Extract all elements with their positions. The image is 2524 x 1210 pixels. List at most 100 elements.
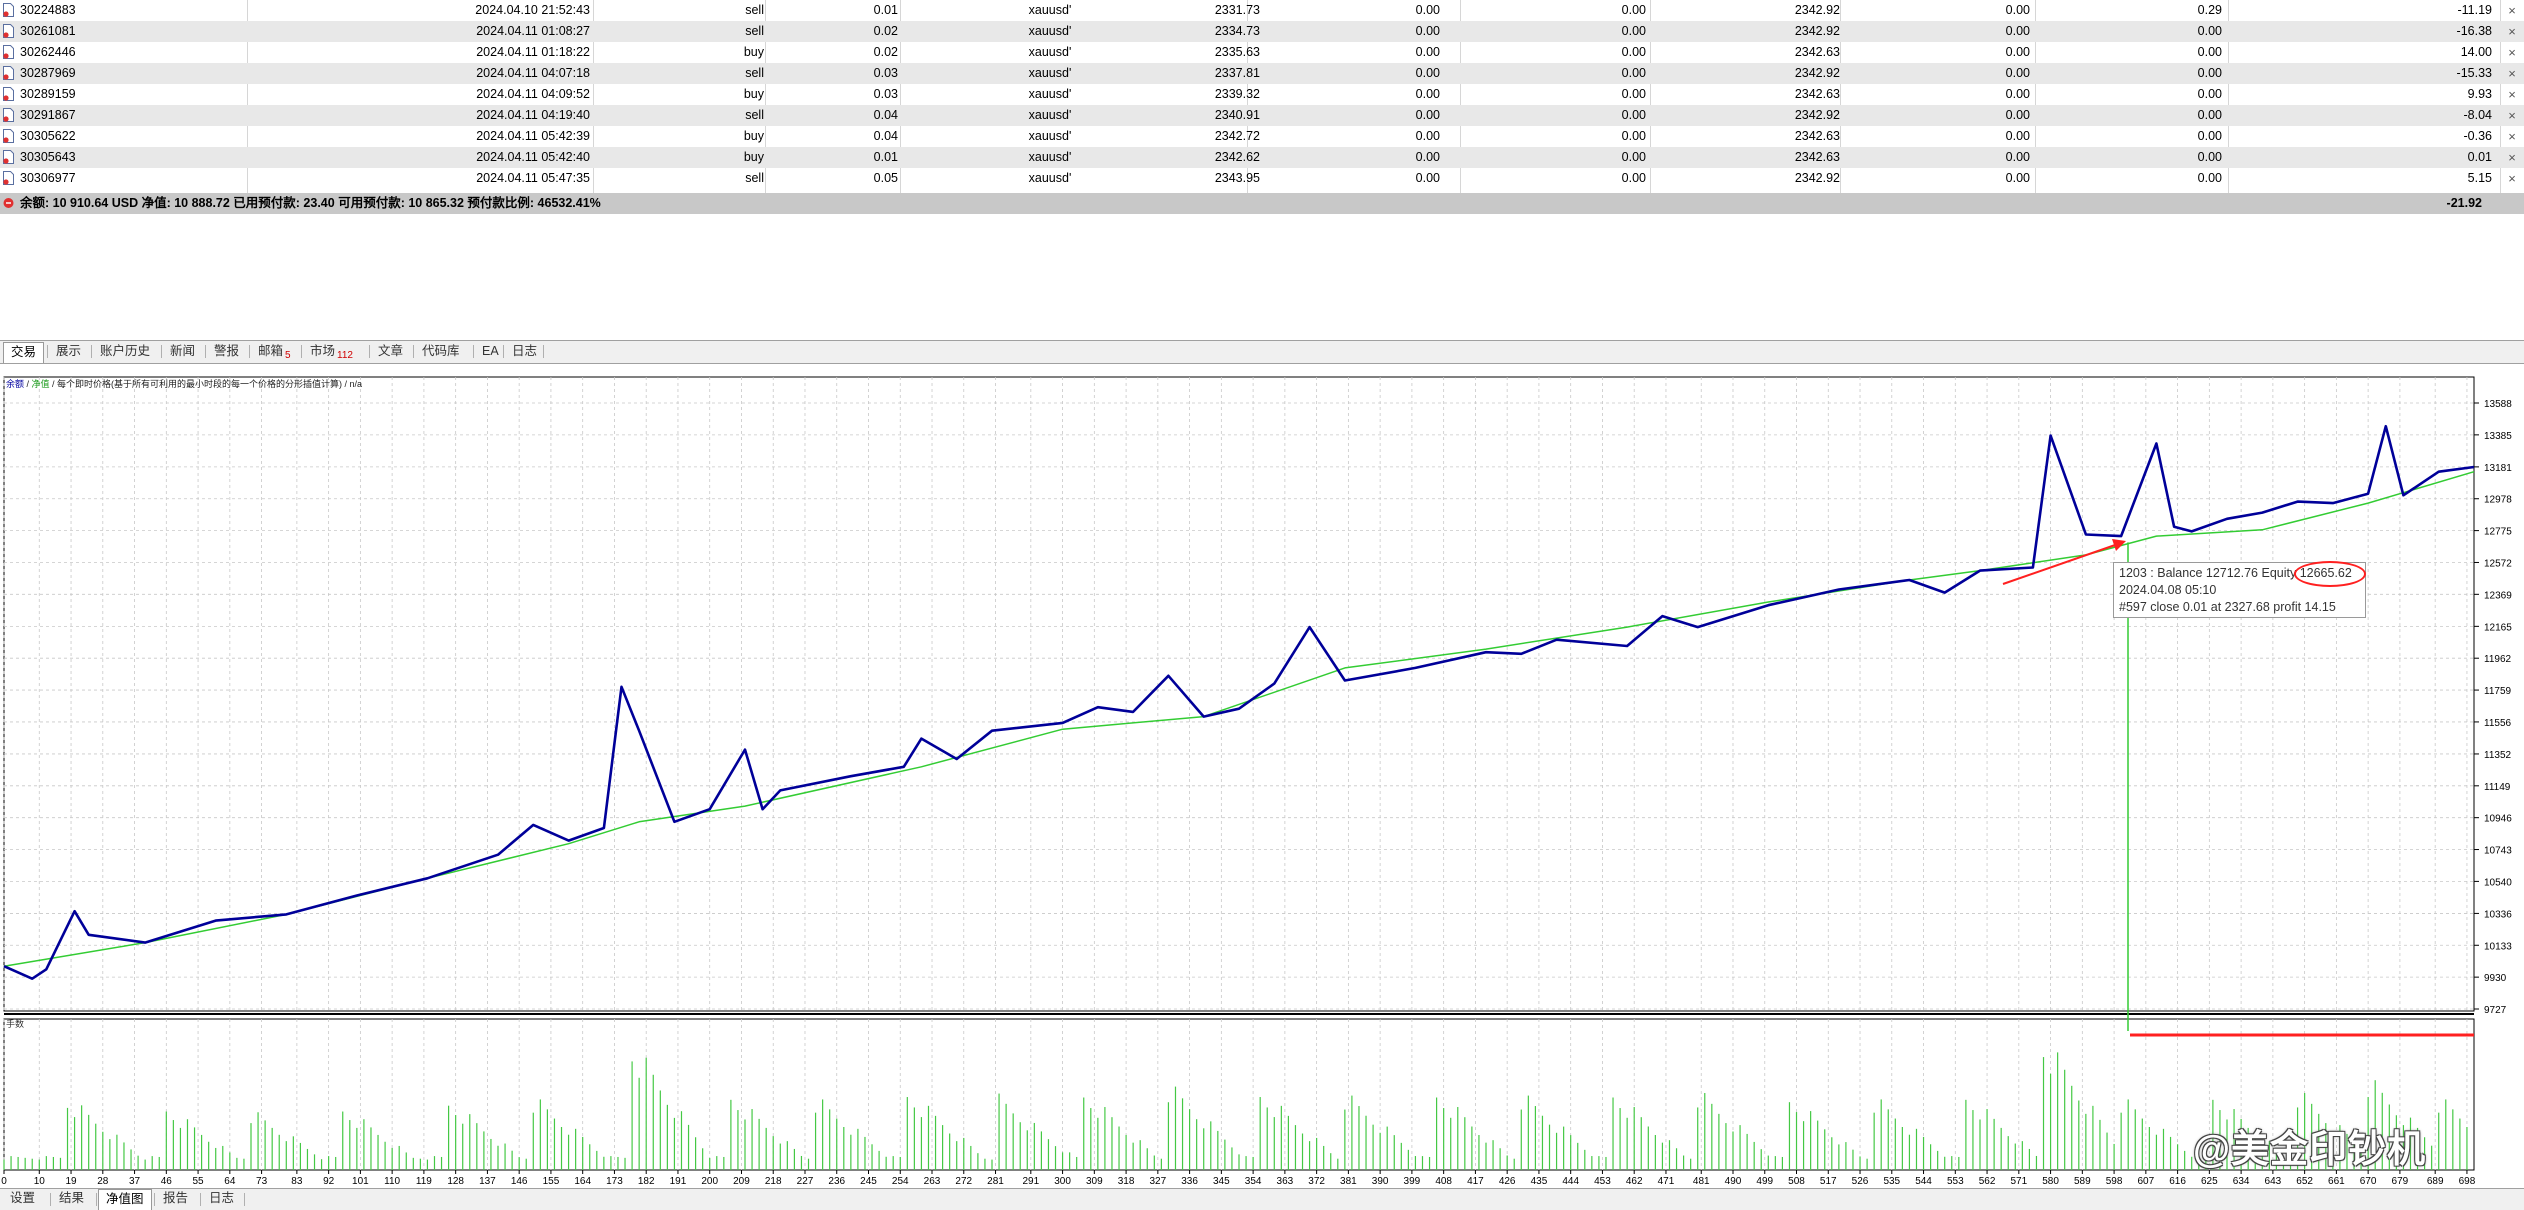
tab-EA[interactable]: EA	[475, 342, 506, 361]
tab-警报[interactable]: 警报	[207, 342, 246, 361]
x-tick-label: 137	[479, 1176, 496, 1187]
tab-市场[interactable]: 市场 112	[303, 342, 360, 361]
cell-current: 2342.63	[1794, 150, 1840, 164]
tooltip-line3: #597 close 0.01 at 2327.68 profit 14.15	[2119, 600, 2336, 614]
cell-time: 2024.04.11 04:19:40	[476, 108, 590, 122]
table-row[interactable]: 30289159 2024.04.11 04:09:52 buy 0.03 xauusd…	[0, 84, 2524, 105]
x-tick-label: 652	[2296, 1176, 2313, 1187]
tab-日志[interactable]: 日志	[202, 1189, 241, 1208]
cell-profit: -16.38	[2456, 24, 2492, 38]
table-row[interactable]: 30287969 2024.04.11 04:07:18 sell 0.03 xauus…	[0, 63, 2524, 84]
tab-日志[interactable]: 日志	[505, 342, 544, 361]
close-position-button[interactable]: ×	[2505, 42, 2519, 63]
close-position-button[interactable]: ×	[2505, 105, 2519, 126]
y-tick-label: 13588	[2484, 399, 2512, 410]
tab-separator	[96, 1193, 97, 1206]
close-position-button[interactable]: ×	[2505, 147, 2519, 168]
x-tick-label: 544	[1915, 1176, 1932, 1187]
tab-展示[interactable]: 展示	[49, 342, 88, 361]
cell-tp: 0.00	[1621, 87, 1646, 101]
order-doc-icon	[3, 3, 14, 17]
tab-邮箱[interactable]: 邮箱 5	[251, 342, 298, 361]
x-tick-label: 426	[1499, 1176, 1516, 1187]
tab-separator	[503, 345, 504, 358]
tab-交易[interactable]: 交易	[3, 342, 45, 363]
y-tick-label: 12369	[2484, 590, 2512, 601]
close-position-button[interactable]: ×	[2505, 168, 2519, 189]
close-position-button[interactable]: ×	[2505, 126, 2519, 147]
tab-账户历史[interactable]: 账户历史	[93, 342, 157, 361]
x-tick-label: 553	[1947, 1176, 1964, 1187]
tab-separator	[473, 345, 474, 358]
x-tick-label: 634	[2233, 1176, 2250, 1187]
table-row[interactable]: 30306977 2024.04.11 05:47:35 sell 0.05 xauus…	[0, 168, 2524, 189]
x-tick-label: 128	[447, 1176, 464, 1187]
x-tick-label: 272	[955, 1176, 972, 1187]
x-tick-label: 643	[2265, 1176, 2282, 1187]
terminal-tabs: 交易 展示 账户历史 新闻 警报 邮箱 5 市场 112 文章 代码库 EA 日志	[0, 340, 2524, 364]
x-tick-label: 435	[1531, 1176, 1548, 1187]
equity-chart[interactable]: 13588 13385 13181 12978 12775 12572 12369 12165…	[0, 371, 2524, 1199]
tab-新闻[interactable]: 新闻	[163, 342, 202, 361]
x-tick-label: 182	[638, 1176, 655, 1187]
cell-tp: 0.00	[1621, 45, 1646, 59]
close-position-button[interactable]: ×	[2505, 21, 2519, 42]
legend-balance: 余额	[6, 379, 25, 389]
tab-separator	[301, 345, 302, 358]
cell-sl: 0.00	[1415, 66, 1440, 80]
order-doc-icon	[3, 150, 14, 164]
tab-separator	[91, 345, 92, 358]
close-position-button[interactable]: ×	[2505, 84, 2519, 105]
table-row[interactable]: 30224883 2024.04.10 21:52:43 sell 0.01 xauus…	[0, 0, 2524, 21]
tab-label: 新闻	[170, 344, 196, 358]
tab-label: 文章	[378, 344, 404, 358]
x-tick-label: 372	[1308, 1176, 1325, 1187]
order-doc-icon	[3, 87, 14, 101]
table-row[interactable]: 30305622 2024.04.11 05:42:39 buy 0.04 xauusd…	[0, 126, 2524, 147]
x-tick-label: 625	[2201, 1176, 2218, 1187]
tab-结果[interactable]: 结果	[52, 1189, 91, 1208]
x-tick-label: 164	[574, 1176, 591, 1187]
table-row[interactable]: 30262446 2024.04.11 01:18:22 buy 0.02 xauusd…	[0, 42, 2524, 63]
cell-profit: -0.36	[2463, 129, 2493, 143]
x-tick-label: 291	[1022, 1176, 1039, 1187]
x-tick-label: 55	[193, 1176, 205, 1187]
cell-type: sell	[745, 24, 764, 38]
y-tick-label: 10336	[2484, 909, 2512, 920]
close-position-button[interactable]: ×	[2505, 0, 2519, 21]
cell-volume: 0.04	[873, 129, 898, 143]
summary-text: 余额: 10 910.64 USD 净值: 10 888.72 已用预付款: 2…	[20, 196, 601, 210]
table-row[interactable]: 30291867 2024.04.11 04:19:40 sell 0.04 xauus…	[0, 105, 2524, 126]
cell-current: 2342.92	[1794, 24, 1840, 38]
y-tick-label: 11352	[2484, 750, 2512, 761]
tab-文章[interactable]: 文章	[371, 342, 410, 361]
close-position-button[interactable]: ×	[2505, 63, 2519, 84]
cell-price: 2342.62	[1214, 150, 1260, 164]
x-tick-label: 336	[1181, 1176, 1198, 1187]
cell-current: 2342.63	[1794, 129, 1840, 143]
table-row[interactable]: 30305643 2024.04.11 05:42:40 buy 0.01 xauusd…	[0, 147, 2524, 168]
cell-profit: 5.15	[2467, 171, 2492, 185]
cell-swap: 0.00	[2197, 87, 2222, 101]
tab-设置[interactable]: 设置	[3, 1189, 42, 1208]
x-tick-label: 471	[1658, 1176, 1675, 1187]
table-row[interactable]: 30261081 2024.04.11 01:08:27 sell 0.02 xauus…	[0, 21, 2524, 42]
cell-ticket: 30287969	[20, 66, 76, 80]
tab-label: 市场	[310, 344, 336, 358]
cell-type: sell	[745, 3, 764, 17]
tab-label: 邮箱	[258, 344, 284, 358]
tab-separator	[161, 345, 162, 358]
cell-time: 2024.04.11 01:18:22	[476, 45, 590, 59]
tab-代码库[interactable]: 代码库	[415, 342, 467, 361]
tab-label: 报告	[163, 1191, 189, 1205]
cell-volume: 0.03	[873, 66, 898, 80]
tab-净值图[interactable]: 净值图	[98, 1189, 152, 1210]
tab-label: 账户历史	[100, 344, 151, 358]
x-tick-label: 598	[2106, 1176, 2123, 1187]
x-tick-label: 146	[511, 1176, 528, 1187]
volume-subchart-label: 手数	[6, 1019, 25, 1029]
x-tick-label: 236	[828, 1176, 845, 1187]
x-tick-label: 679	[2392, 1176, 2409, 1187]
tab-报告[interactable]: 报告	[156, 1189, 195, 1208]
tab-label: EA	[482, 344, 499, 358]
